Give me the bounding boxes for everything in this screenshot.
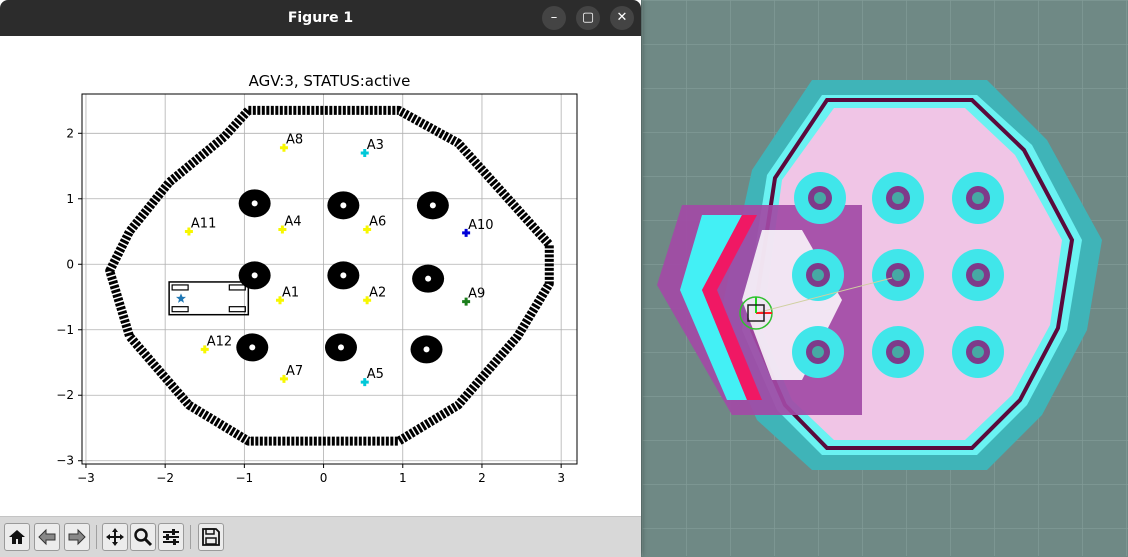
- station-label: A6: [369, 215, 386, 230]
- station-label: A1: [282, 285, 299, 300]
- home-icon: [9, 530, 25, 544]
- y-tick-label: −3: [56, 454, 74, 468]
- station-label: A2: [369, 285, 386, 300]
- station-label: A5: [367, 367, 384, 382]
- obstacle-center: [249, 344, 256, 351]
- y-tick-label: −1: [56, 323, 74, 337]
- figure-canvas[interactable]: A1 A2 A3 A4 A5 A6 A7 A8 A9 A10 A11 A12 −3 −2 −1 0 1 2 3 2 1 0…: [0, 36, 641, 516]
- toolbar-separator: [96, 525, 97, 549]
- station-label: A3: [367, 138, 384, 153]
- x-tick-label: 1: [399, 471, 407, 485]
- close-button[interactable]: ✕: [610, 6, 634, 30]
- obstacle-center: [251, 272, 258, 279]
- pan-button[interactable]: [102, 523, 128, 551]
- back-button[interactable]: [34, 523, 60, 551]
- x-tick-label: −2: [156, 471, 174, 485]
- configure-subplots-icon: [163, 529, 179, 545]
- x-tick-label: 2: [478, 471, 486, 485]
- zoom-magnifier-icon: [134, 528, 153, 547]
- x-tick-label: −3: [77, 471, 95, 485]
- zoom-button[interactable]: [130, 523, 156, 551]
- station-label: A8: [286, 133, 303, 148]
- station-label: A12: [207, 334, 232, 349]
- minimize-button[interactable]: –: [542, 6, 566, 30]
- y-tick-label: −2: [56, 388, 74, 402]
- station-label: A4: [284, 215, 301, 230]
- forward-arrow-icon: [68, 528, 86, 546]
- x-tick-label: 0: [320, 471, 328, 485]
- y-tick-label: 1: [66, 192, 74, 206]
- obstacle-center: [337, 344, 344, 351]
- maximize-button[interactable]: ▢: [576, 6, 600, 30]
- station-label: A11: [191, 217, 216, 232]
- configure-subplots-button[interactable]: [158, 523, 184, 551]
- x-tick-label: 3: [557, 471, 565, 485]
- save-floppy-icon: [202, 528, 220, 546]
- obstacle-center: [340, 272, 347, 279]
- station-label: A9: [468, 287, 485, 302]
- obstacle-center: [340, 202, 347, 209]
- navigation-toolbar: [0, 516, 641, 557]
- obstacle-center: [425, 275, 432, 282]
- home-button[interactable]: [4, 523, 30, 551]
- station-label: A10: [468, 218, 493, 233]
- y-tick-label: 2: [66, 126, 74, 140]
- window-titlebar[interactable]: Figure 1 – ▢ ✕: [0, 0, 641, 36]
- obstacle-center: [423, 346, 430, 353]
- scatter-plot[interactable]: A1 A2 A3 A4 A5 A6 A7 A8 A9 A10 A11 A12 −3 −2 −1 0 1 2 3 2 1 0…: [0, 36, 641, 516]
- costmap-view[interactable]: [642, 0, 1128, 556]
- save-button[interactable]: [198, 523, 224, 551]
- back-arrow-icon: [38, 528, 56, 546]
- obstacle-center: [251, 200, 258, 207]
- station-label: A7: [286, 364, 303, 379]
- y-tick-label: 0: [66, 257, 74, 271]
- x-tick-label: −1: [236, 471, 254, 485]
- costmap-obstacles: [792, 172, 1004, 378]
- toolbar-separator: [190, 525, 191, 549]
- obstacle-center: [429, 202, 436, 209]
- forward-button[interactable]: [64, 523, 90, 551]
- chart-title: AGV:3, STATUS:active: [249, 72, 411, 90]
- figure-window: Figure 1 – ▢ ✕ A1 A2 A3 A4 A5 A6 A7 A8 A9 A10 A11 A…: [0, 0, 641, 557]
- pan-move-icon: [106, 528, 124, 546]
